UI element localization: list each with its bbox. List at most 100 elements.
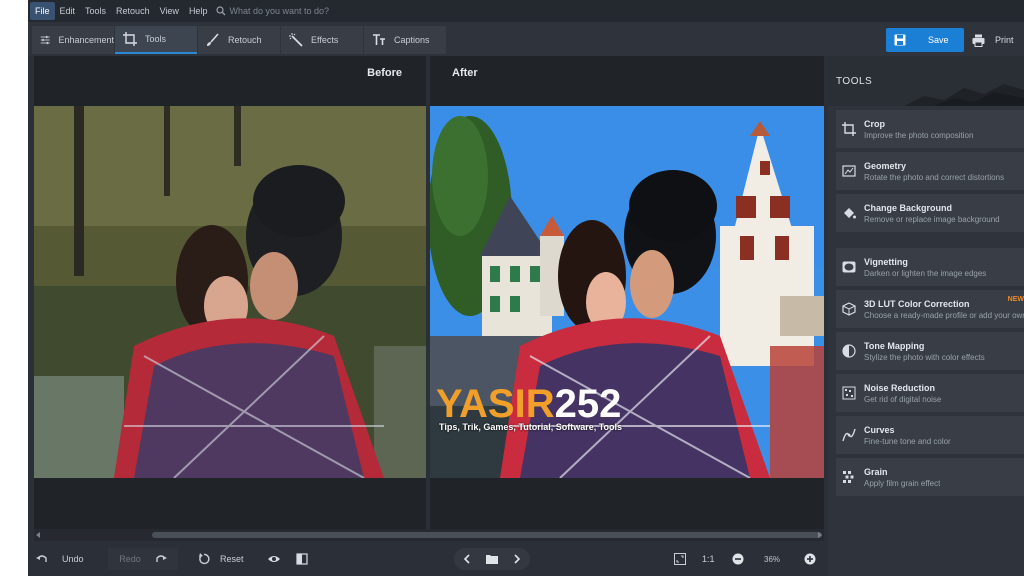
tool-desc: Rotate the photo and correct distortions <box>864 172 1005 182</box>
curves-icon <box>842 428 856 442</box>
tools-title: TOOLS <box>836 76 873 87</box>
horizontal-scrollbar[interactable] <box>34 529 824 541</box>
tool-3d-lut[interactable]: 3D LUT Color Correction Choose a ready-ma… <box>836 290 1024 328</box>
menu-edit[interactable]: Edit <box>55 2 81 20</box>
tool-name: Geometry <box>864 160 907 171</box>
watermark-part1: YASIR <box>436 382 555 426</box>
tab-label: Effects <box>311 35 339 45</box>
menu-help[interactable]: Help <box>184 2 213 20</box>
print-label: Print <box>995 35 1014 45</box>
noise-icon <box>842 386 856 400</box>
tool-desc: Get rid of digital noise <box>864 394 942 404</box>
vignette-icon <box>842 261 856 273</box>
after-label: After <box>452 67 478 79</box>
menu-view[interactable]: View <box>155 2 184 20</box>
redo-icon <box>156 555 167 562</box>
reset-icon <box>199 553 210 565</box>
tab-enhancement[interactable]: Enhancement <box>32 26 114 54</box>
tool-change-background[interactable]: Change Background Remove or replace image… <box>836 194 1024 232</box>
text-icon <box>373 34 385 45</box>
tool-name: 3D LUT Color Correction <box>864 298 970 309</box>
tool-geometry[interactable]: Geometry Rotate the photo and correct dis… <box>836 152 1024 190</box>
undo-button[interactable]: Undo <box>36 548 84 570</box>
tab-retouch[interactable]: Retouch <box>198 26 280 54</box>
tool-desc: Fine-tune tone and color <box>864 436 951 446</box>
tool-name: Tone Mapping <box>864 340 925 351</box>
before-photo <box>34 106 426 478</box>
watermark-logo: YASIR252 <box>436 382 621 427</box>
eye-icon <box>268 556 280 562</box>
tool-curves[interactable]: Curves Fine-tune tone and color <box>836 416 1024 454</box>
chevron-right-icon[interactable] <box>511 553 523 565</box>
tool-desc: Darken or lighten the image edges <box>864 268 987 278</box>
before-photo-drawing <box>34 106 426 478</box>
menu-retouch[interactable]: Retouch <box>111 2 155 20</box>
before-pane: Before <box>34 56 426 529</box>
scroll-thumb[interactable] <box>152 532 822 538</box>
compare-view-button[interactable] <box>296 548 308 570</box>
tools-panel: TOOLS Crop Improve the photo composition … <box>828 56 1024 576</box>
actual-size-button[interactable]: 1:1 <box>702 548 715 570</box>
image-navigator <box>454 548 530 570</box>
tools-header: TOOLS <box>828 56 1024 106</box>
tool-desc: Improve the photo composition <box>864 130 974 140</box>
image-canvas[interactable]: Before After YASIR252 Tips, Trik, Games,… <box>34 56 824 529</box>
zoom-in-button[interactable] <box>804 548 816 570</box>
redo-button[interactable]: Redo <box>108 548 178 570</box>
search-icon <box>216 6 226 16</box>
fit-to-screen-button[interactable] <box>674 548 686 570</box>
tool-name: Grain <box>864 466 888 477</box>
undo-icon <box>36 555 47 562</box>
reset-label: Reset <box>220 554 244 564</box>
sliders-icon <box>40 35 50 45</box>
split-view-icon <box>296 553 308 565</box>
menubar: File Edit Tools Retouch View Help <box>28 0 1024 22</box>
menu-tools[interactable]: Tools <box>80 2 111 20</box>
tone-icon <box>842 344 856 358</box>
tool-name: Crop <box>864 118 885 129</box>
after-photo: YASIR252 Tips, Trik, Games, Tutorial, So… <box>430 106 824 478</box>
tab-tools[interactable]: Tools <box>115 26 197 54</box>
chevron-left-icon[interactable] <box>461 553 473 565</box>
tool-name: Change Background <box>864 202 953 213</box>
main-toolbar: Enhancement Tools Retouch Effects Captio… <box>28 22 1024 56</box>
fit-screen-icon <box>674 553 686 565</box>
tool-tone-mapping[interactable]: Tone Mapping Stylize the photo with color… <box>836 332 1024 370</box>
tool-grain[interactable]: Grain Apply film grain effect <box>836 458 1024 496</box>
zoom-out-button[interactable] <box>732 548 744 570</box>
crop-icon <box>123 32 137 46</box>
tool-desc: Remove or replace image background <box>864 214 1000 224</box>
print-button[interactable]: Print <box>972 28 1014 52</box>
tab-label: Captions <box>394 35 430 45</box>
watermark-part2: 252 <box>554 382 622 426</box>
magic-wand-icon <box>289 33 303 47</box>
scroll-right-arrow-icon[interactable] <box>818 532 822 538</box>
save-label: Save <box>928 35 949 45</box>
tool-noise-reduction[interactable]: Noise Reduction Get rid of digital noise <box>836 374 1024 412</box>
printer-icon <box>972 34 985 47</box>
save-icon <box>894 34 906 46</box>
brush-icon <box>207 33 219 46</box>
paint-bucket-icon <box>844 208 856 219</box>
zoom-level[interactable]: 36% <box>764 548 780 570</box>
search-input[interactable] <box>229 6 370 16</box>
tab-label: Enhancement <box>58 35 114 45</box>
plus-circle-icon <box>804 553 816 565</box>
folder-icon[interactable] <box>485 553 498 565</box>
search-box <box>216 6 370 16</box>
preview-button[interactable] <box>268 548 280 570</box>
tool-vignetting[interactable]: Vignetting Darken or lighten the image ed… <box>836 248 1024 286</box>
save-button[interactable]: Save <box>886 28 964 52</box>
reset-button[interactable]: Reset <box>198 548 244 570</box>
tool-desc: Stylize the photo with color effects <box>864 352 985 362</box>
tab-captions[interactable]: Captions <box>364 26 446 54</box>
scroll-left-arrow-icon[interactable] <box>36 532 40 538</box>
tool-crop[interactable]: Crop Improve the photo composition <box>836 110 1024 148</box>
photo-editor-window: File Edit Tools Retouch View Help Enhanc… <box>28 0 1024 576</box>
bottom-bar: Undo Redo Reset 1:1 36% <box>28 542 828 576</box>
tool-name: Curves <box>864 424 895 435</box>
tool-desc: Apply film grain effect <box>864 478 941 488</box>
tool-desc: Choose a ready-made profile or add your … <box>864 310 1024 320</box>
menu-file[interactable]: File <box>30 2 55 20</box>
tab-effects[interactable]: Effects <box>281 26 363 54</box>
